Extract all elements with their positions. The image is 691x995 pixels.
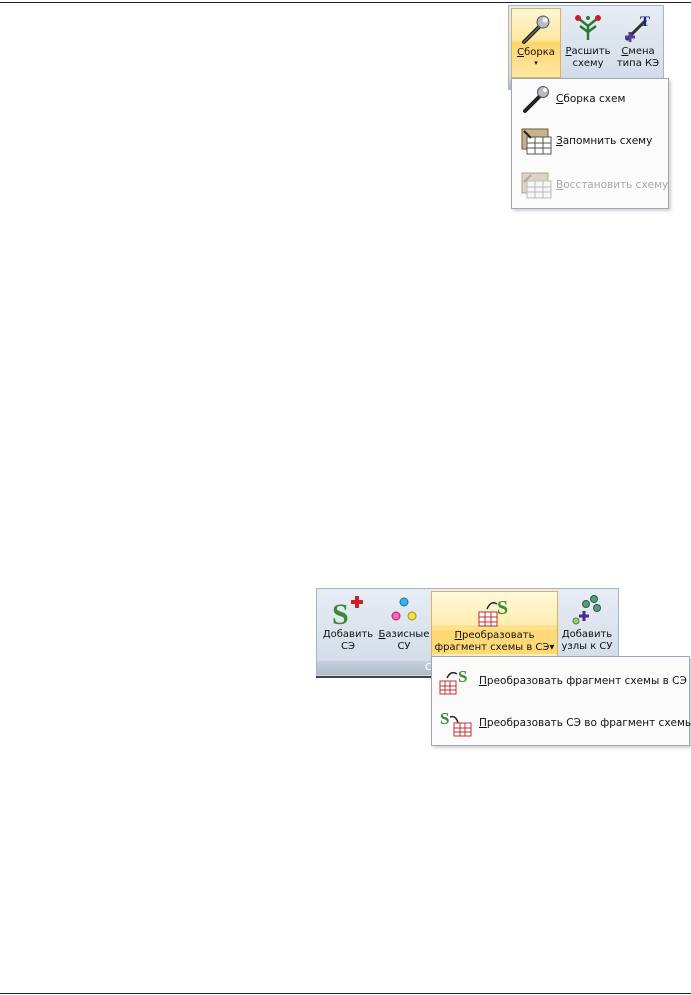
save-scheme-icon: [521, 128, 552, 155]
add-nodes-label-line2: узлы к СУ: [561, 641, 613, 652]
add-nodes-label-line1: Добавить: [561, 629, 613, 640]
menu-item-convert-se-to-fragment[interactable]: S Преобразовать СЭ во фрагмент схемы: [436, 705, 691, 741]
assembly-button-label: Сборка: [517, 47, 555, 58]
chevron-down-icon: ▾: [549, 642, 555, 653]
menu-item-label: Запомнить схему: [556, 135, 653, 147]
menu-item-label: Преобразовать СЭ во фрагмент схемы: [479, 717, 691, 729]
ribbon-shadow: [316, 676, 432, 678]
menu-item-label: Восстановить схему: [556, 179, 669, 191]
menu-item-restore-scheme[interactable]: Восстановить схему: [516, 168, 668, 202]
menu-item-convert-fragment-to-se[interactable]: S Преобразовать фрагмент схемы в СЭ: [436, 663, 687, 699]
unfold-scheme-icon: [575, 15, 601, 40]
unfold-scheme-button[interactable]: Расшить схему: [563, 8, 613, 78]
change-type-label-line2: типа КЭ: [616, 58, 660, 69]
convert-dropdown-menu: S Преобразовать фрагмент схемы в СЭ S Пр…: [431, 656, 691, 746]
svg-text:S: S: [332, 598, 349, 627]
add-superelement-label-line1: Добавить: [322, 629, 374, 640]
change-type-icon: T: [624, 14, 650, 42]
svg-text:S: S: [458, 667, 467, 686]
change-element-type-button[interactable]: T Смена типа КЭ: [613, 8, 663, 78]
change-type-label-line1: Смена: [621, 46, 655, 57]
menu-item-label: Сборка схем: [556, 93, 626, 105]
restore-scheme-icon: [521, 172, 552, 199]
wrench-icon: [523, 86, 549, 113]
assembly-dropdown-menu: Сборка схем Запомнить схему Восстановить…: [511, 78, 669, 209]
add-nodes-button[interactable]: Добавить узлы к СУ: [558, 591, 616, 659]
page-top-rule: [0, 2, 691, 3]
add-nodes-icon: [572, 595, 601, 625]
convert-fragment-icon: S: [478, 597, 508, 627]
basis-nodes-label-line1: Базисные: [378, 629, 430, 640]
convert-fragment-icon: S: [439, 667, 467, 695]
convert-fragment-button[interactable]: S Преобразовать фрагмент схемы в СЭ▾: [431, 591, 558, 659]
menu-item-label: Преобразовать фрагмент схемы в СЭ: [479, 675, 687, 687]
wrench-icon: [522, 15, 550, 44]
basis-nodes-icon: [391, 597, 417, 621]
svg-text:S: S: [497, 597, 508, 619]
add-superelement-button[interactable]: S Добавить СЭ: [319, 591, 377, 659]
convert-fragment-label-line1: Преобразовать: [432, 630, 557, 642]
svg-text:S: S: [440, 709, 449, 728]
svg-text:T: T: [640, 14, 650, 30]
page-bottom-rule: [0, 993, 691, 994]
basis-nodes-label-line2: СУ: [397, 641, 411, 652]
menu-item-assembly-schemes[interactable]: Сборка схем: [516, 82, 664, 116]
convert-fragment-label-line2: фрагмент схемы в СЭ▾: [432, 642, 557, 654]
unfold-scheme-label-line2: схему: [572, 58, 604, 69]
menu-item-save-scheme[interactable]: Запомнить схему: [516, 124, 664, 158]
basis-nodes-button[interactable]: Базисные СУ: [377, 591, 431, 659]
add-superelement-icon: S: [332, 596, 363, 627]
chevron-down-icon: ▾: [534, 59, 538, 67]
add-superelement-label-line2: СЭ: [341, 641, 355, 652]
unfold-scheme-label-line1: Расшить: [565, 46, 611, 57]
assembly-button[interactable]: Сборка ▾: [511, 8, 561, 78]
convert-superelement-icon: S: [440, 709, 472, 737]
